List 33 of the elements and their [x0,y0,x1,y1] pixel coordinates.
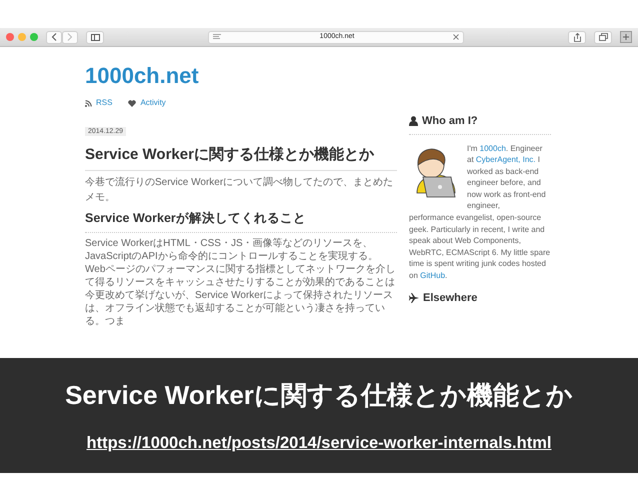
intro-text: 今巷で流行りのService Workerについて調べ物してたので、まとめたメモ。 [85,176,394,205]
caption-title: Service Workerに関する仕様とか機能とか [65,378,573,412]
nav-link[interactable]: RSS [96,97,112,110]
nav-link[interactable]: Activity [140,97,166,110]
bio-link[interactable]: 1000ch [480,144,506,152]
tabs-button[interactable] [594,30,612,44]
new-tab-icon[interactable] [620,31,632,43]
chevron-left-icon [51,33,57,41]
user-icon [409,116,418,126]
reader-icon [213,34,221,40]
sidebar-button[interactable] [86,30,104,44]
chevron-right-icon [67,33,73,41]
plane-icon [409,292,419,303]
body-paragraph: Service WorkerはHTML・CSS・JS・画像等などのリソースを、JavaScriptのAPIから命令的にコントロールすることを実現する。Webページのパフォーマンスに関する指標としてネットワークを介して得るリソースをキャッシュさせたりすることが効果的であることは今更改めて挙げないが、Service Workerによって保持されたリソースは、オフライン状態でも返却することが可能という凄さを持っている。つま [85,237,396,328]
bio-link[interactable]: GitHub [420,271,446,280]
post-title: Service Workerに関する仕様とか機能とか [85,145,375,166]
bio-text: performance evangelist, open-source geek. Particularly in recent, I write and speak about Web Components, WebRTC, ECMAScript 6. My little spare time is spent writing junk codes hosted on GitHub. [409,212,551,282]
heart-icon [128,100,136,107]
section-heading: Service Workerが解決してくれること [85,208,397,234]
share-button[interactable] [568,30,586,44]
site-title[interactable]: 1000ch.net [85,63,397,90]
bio-link[interactable]: CyberAgent, Inc. [476,155,536,164]
close-icon[interactable] [453,34,459,40]
back-button[interactable] [46,30,62,44]
sidebar-icon [90,34,100,40]
rss-icon [85,100,92,107]
share-icon [574,32,580,42]
close-window-icon[interactable] [6,33,14,41]
bio-text: I'm 1000ch. Engineer at CyberAgent, Inc. I worked as back-end engineer before, and now work as front-end engineer, [467,142,547,212]
article-link[interactable]: https://1000ch.net/posts/2014/service-worker-internals.html [86,430,552,456]
sidebar-heading: Elsewhere [423,290,478,306]
tabs-icon [598,33,608,41]
sidebar-heading: Who am I? [422,114,478,129]
